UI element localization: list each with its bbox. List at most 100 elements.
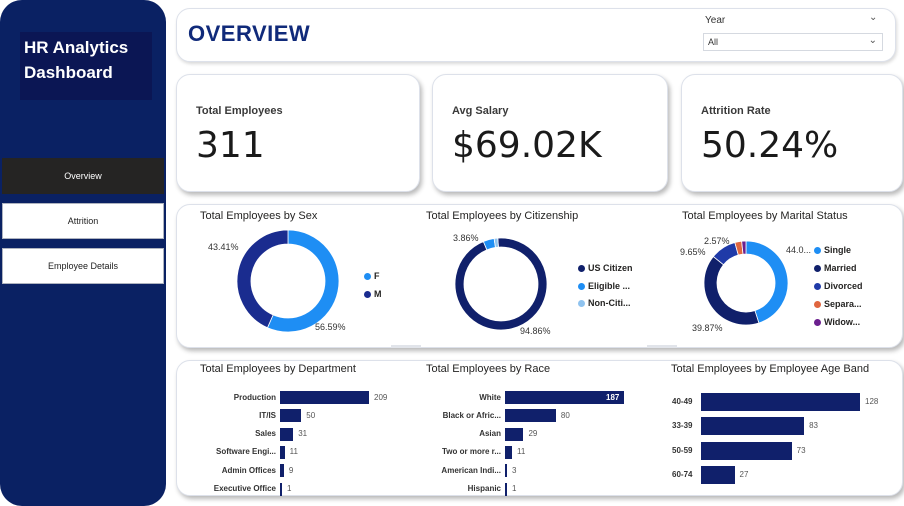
- data-label: 44.0...: [786, 245, 812, 255]
- department-chart-title: Total Employees by Department: [200, 363, 356, 375]
- legend-item-us-citizen[interactable]: US Citizen: [578, 263, 633, 273]
- bar-data-label: 80: [560, 410, 570, 420]
- bar[interactable]: [505, 427, 524, 441]
- marital-status-donut-chart: [703, 240, 789, 326]
- bar[interactable]: [280, 482, 282, 496]
- data-label: 3.86%: [453, 233, 479, 243]
- bar-category-label: Production: [233, 392, 276, 402]
- legend-swatch: [814, 282, 821, 290]
- bar-category-label: Software Engi...: [215, 447, 276, 457]
- bar-data-label: 11: [517, 447, 526, 457]
- legend-swatch: [814, 318, 821, 326]
- donut-slice[interactable]: [454, 237, 548, 331]
- bar[interactable]: [505, 464, 507, 478]
- year-slicer-value: All: [708, 37, 719, 47]
- race-chart-title: Total Employees by Race: [426, 363, 551, 375]
- kpi-label: Attrition Rate: [701, 105, 771, 117]
- bar[interactable]: [701, 441, 792, 460]
- legend-swatch: [578, 299, 585, 307]
- donut-slice[interactable]: [236, 229, 289, 329]
- bar-category-label: Asian: [479, 429, 501, 439]
- bar[interactable]: [280, 464, 284, 478]
- bar-category-label: Admin Offices: [221, 465, 276, 475]
- scroll-indicator: [391, 345, 421, 348]
- kpi-attrition-rate-card: Attrition Rate 50.24%: [681, 74, 903, 192]
- bar-category-label: 40-49: [672, 397, 693, 406]
- bar-category-label: Two or more r...: [442, 447, 501, 457]
- donut-slice[interactable]: [745, 240, 789, 324]
- legend-swatch: [814, 246, 821, 254]
- bar[interactable]: [701, 465, 735, 484]
- year-slicer-dropdown[interactable]: All ⌄: [703, 33, 883, 51]
- kpi-total-employees-card: Total Employees 311: [176, 74, 420, 192]
- bar-category-label: American Indi...: [441, 465, 501, 475]
- chevron-down-icon[interactable]: ⌄: [869, 12, 877, 23]
- bar-category-label: 33-39: [672, 421, 693, 431]
- scroll-indicator: [647, 345, 677, 348]
- data-label: 43.41%: [208, 242, 239, 252]
- data-label: 2.57%: [704, 236, 730, 246]
- bar-category-label: IT/IS: [259, 410, 276, 420]
- legend-item-married[interactable]: Married: [814, 263, 857, 273]
- bar-category-label: Hispanic: [467, 484, 501, 493]
- bar-data-label: 209: [374, 392, 388, 402]
- bar-data-label: 73: [796, 445, 806, 455]
- legend-swatch: [814, 300, 821, 308]
- citizenship-donut-chart: [454, 237, 548, 331]
- kpi-value: 311: [196, 125, 265, 166]
- legend-swatch: [364, 272, 371, 280]
- legend-swatch: [578, 264, 585, 272]
- bar-category-label: Executive Office: [213, 484, 276, 493]
- dashboard-title: HR Analytics Dashboard: [20, 32, 152, 100]
- sex-chart-title: Total Employees by Sex: [200, 210, 318, 222]
- bar[interactable]: [280, 391, 369, 404]
- sex-donut-chart: [236, 229, 340, 333]
- bar-data-label: 128: [865, 397, 879, 406]
- bar-data-label: 9: [288, 465, 294, 475]
- data-label: 9.65%: [680, 247, 706, 257]
- bar[interactable]: [505, 445, 512, 459]
- age-band-chart-title: Total Employees by Employee Age Band: [671, 363, 870, 375]
- bar-data-label: 1: [512, 484, 517, 493]
- bar[interactable]: [701, 417, 805, 436]
- legend-item-divorced[interactable]: Divorced: [814, 281, 863, 291]
- bar-category-label: Black or Afric...: [442, 410, 501, 420]
- donut-slice[interactable]: [703, 255, 760, 326]
- citizenship-chart-title: Total Employees by Citizenship: [426, 210, 579, 222]
- bar[interactable]: [280, 445, 285, 459]
- nav-overview-button[interactable]: Overview: [2, 158, 164, 194]
- sidebar: HR Analytics Dashboard Overview Attritio…: [0, 0, 166, 506]
- kpi-value: $69.02K: [452, 125, 602, 166]
- nav-attrition-button[interactable]: Attrition: [2, 203, 164, 239]
- data-label: 56.59%: [315, 322, 346, 332]
- kpi-label: Total Employees: [196, 105, 283, 117]
- bar-data-label: 29: [528, 429, 538, 439]
- kpi-avg-salary-card: Avg Salary $69.02K: [432, 74, 668, 192]
- bar[interactable]: [280, 409, 302, 423]
- legend-item-widowed[interactable]: Widow...: [814, 317, 860, 327]
- bar-category-label: White: [479, 392, 501, 402]
- legend-item-m[interactable]: M: [364, 289, 382, 299]
- bar[interactable]: [505, 482, 507, 496]
- bar[interactable]: [701, 393, 860, 411]
- legend-swatch: [364, 290, 371, 298]
- header-bar: OVERVIEW Year ⌄ All ⌄: [176, 8, 896, 62]
- legend-item-separated[interactable]: Separa...: [814, 299, 862, 309]
- bar-category-label: 60-74: [672, 469, 693, 479]
- marital-status-chart-title: Total Employees by Marital Status: [682, 210, 848, 222]
- kpi-value: 50.24%: [701, 125, 839, 166]
- year-slicer-label: Year: [705, 15, 726, 26]
- legend-item-non-citizen[interactable]: Non-Citi...: [578, 298, 631, 308]
- bar-data-label: 1: [287, 484, 292, 493]
- nav-employee-details-button[interactable]: Employee Details: [2, 248, 164, 284]
- bar-category-label: Sales: [255, 429, 276, 439]
- kpi-label: Avg Salary: [452, 105, 509, 117]
- legend-item-f[interactable]: F: [364, 271, 380, 281]
- data-label: 39.87%: [692, 323, 723, 333]
- bar-category-label: 50-59: [672, 445, 693, 455]
- bar[interactable]: [280, 427, 294, 441]
- bar[interactable]: [505, 409, 556, 423]
- legend-item-single[interactable]: Single: [814, 245, 851, 255]
- legend-swatch: [814, 264, 821, 272]
- legend-item-eligible[interactable]: Eligible ...: [578, 281, 630, 291]
